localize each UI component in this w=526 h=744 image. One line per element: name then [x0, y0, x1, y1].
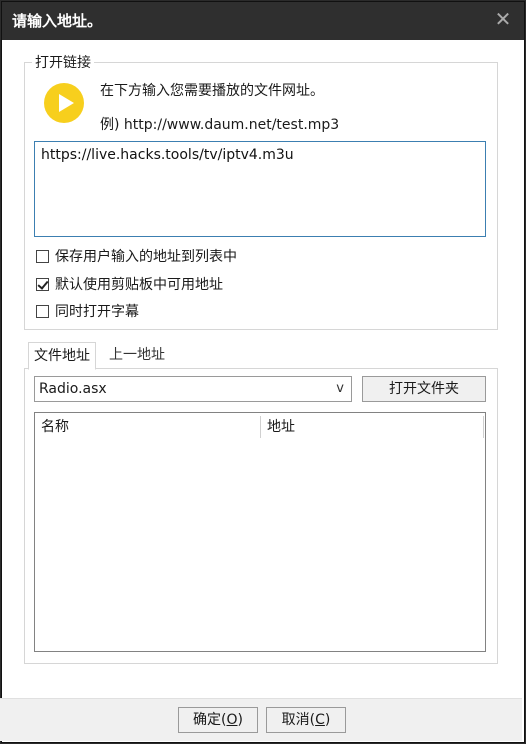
file-select[interactable]: Radio.asx v: [34, 376, 352, 402]
example-text: 例) http://www.daum.net/test.mp3: [100, 117, 340, 133]
ok-label: 确定(: [193, 712, 227, 728]
save-to-list-checkbox[interactable]: [36, 249, 49, 263]
play-icon: [44, 83, 84, 123]
close-icon[interactable]: ✕: [492, 8, 514, 30]
open-link-group-label: 打开链接: [32, 52, 94, 72]
column-header-address[interactable]: 地址: [267, 413, 295, 441]
cancel-label: 取消(: [281, 712, 316, 728]
cancel-accelerator: C: [315, 712, 325, 728]
chevron-down-icon: v: [336, 381, 344, 396]
footer-bar: [0, 698, 522, 741]
dialog-title: 请输入地址。: [12, 12, 103, 30]
column-divider[interactable]: [483, 416, 484, 438]
column-divider[interactable]: [260, 416, 261, 438]
cancel-button[interactable]: 取消(C): [266, 707, 346, 733]
use-clipboard-option[interactable]: 默认使用剪贴板中可用地址: [36, 275, 223, 293]
cancel-label-end: ): [324, 712, 331, 728]
open-subtitle-checkbox[interactable]: [36, 304, 49, 318]
use-clipboard-checkbox[interactable]: [36, 277, 49, 291]
column-header-name[interactable]: 名称: [41, 413, 69, 441]
ok-button[interactable]: 确定(O): [178, 707, 258, 733]
open-folder-button[interactable]: 打开文件夹: [362, 376, 486, 402]
ok-label-end: ): [237, 712, 243, 728]
url-input[interactable]: https://live.hacks.tools/tv/iptv4.m3u: [34, 141, 486, 237]
tab-file-address[interactable]: 文件地址: [28, 342, 96, 370]
address-list[interactable]: 名称 地址: [34, 412, 486, 652]
save-to-list-option[interactable]: 保存用户输入的地址到列表中: [36, 247, 237, 265]
instruction-text: 在下方输入您需要播放的文件网址。: [100, 83, 324, 99]
open-subtitle-label: 同时打开字幕: [55, 304, 139, 320]
title-bar: 请输入地址。 ✕: [2, 2, 524, 40]
tab-previous-address[interactable]: 上一地址: [104, 342, 170, 368]
file-select-value: Radio.asx: [39, 381, 107, 397]
use-clipboard-label: 默认使用剪贴板中可用地址: [55, 277, 223, 293]
ok-accelerator: O: [226, 712, 238, 728]
open-subtitle-option[interactable]: 同时打开字幕: [36, 302, 139, 320]
save-to-list-label: 保存用户输入的地址到列表中: [55, 249, 237, 265]
